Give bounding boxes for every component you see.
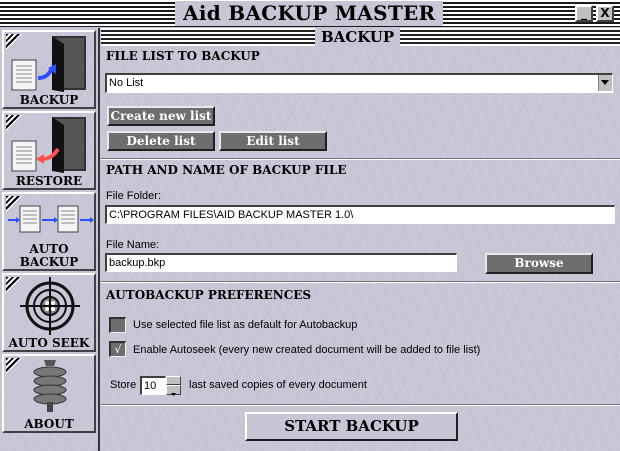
section-title-file-list: FILE LIST TO BACKUP	[106, 49, 260, 63]
store-suffix-label: last saved copies of every document	[189, 379, 367, 391]
title-bar[interactable]: Aid BACKUP MASTER _ X	[0, 0, 620, 27]
sidebar: BACKUP RESTORE AUTO BACKUP AUTO SEEK ABO…	[0, 28, 100, 451]
default-list-label: Use selected file list as default for Au…	[133, 319, 358, 331]
window-title: Aid BACKUP MASTER	[175, 1, 444, 26]
stepper-up-button[interactable]	[166, 376, 181, 388]
backup-icon	[11, 36, 86, 92]
sidebar-item-label: AUTO SEEK	[8, 336, 90, 350]
close-button[interactable]: X	[596, 5, 614, 22]
minimize-icon: _	[581, 6, 587, 20]
chevron-down-icon	[601, 80, 609, 85]
sidebar-item-about[interactable]: ABOUT	[2, 354, 96, 433]
panel-title: BACKUP	[315, 28, 401, 46]
sidebar-item-label: BACKUP	[19, 255, 79, 269]
browse-button[interactable]: Browse	[485, 253, 593, 274]
sidebar-item-label: RESTORE	[15, 174, 83, 188]
chevron-down-icon	[171, 393, 176, 396]
app-window: Aid BACKUP MASTER _ X BACKUP RESTORE AUT…	[0, 0, 620, 451]
section-title-path: PATH AND NAME OF BACKUP FILE	[106, 163, 347, 177]
sidebar-item-restore[interactable]: RESTORE	[2, 111, 96, 190]
autoseek-checkbox[interactable]: √	[109, 341, 126, 357]
default-list-checkbox[interactable]	[109, 317, 126, 333]
sidebar-item-auto-seek[interactable]: AUTO SEEK	[2, 273, 96, 352]
sidebar-item-label: ABOUT	[24, 417, 74, 431]
divider	[101, 158, 620, 160]
file-name-input[interactable]: backup.bkp	[105, 253, 457, 272]
edit-list-button[interactable]: Edit list	[219, 131, 327, 151]
panel-header: BACKUP	[101, 28, 620, 46]
sidebar-item-auto-backup[interactable]: AUTO BACKUP	[2, 192, 96, 271]
delete-list-button[interactable]: Delete list	[107, 131, 215, 151]
corner-decoration	[6, 358, 22, 374]
auto-backup-icon	[8, 205, 94, 233]
dropdown-selected-value: No List	[109, 77, 144, 89]
close-icon: X	[600, 6, 610, 20]
section-title-autobackup: AUTOBACKUP PREFERENCES	[106, 288, 312, 302]
start-backup-button[interactable]: START BACKUP	[245, 412, 458, 441]
store-label: Store	[110, 379, 137, 391]
auto-seek-icon	[20, 277, 80, 335]
file-name-label: File Name:	[106, 239, 160, 251]
divider	[101, 281, 620, 283]
restore-icon	[11, 117, 86, 173]
dropdown-button[interactable]	[598, 75, 612, 91]
divider	[101, 404, 620, 406]
sidebar-item-label: BACKUP	[19, 93, 79, 107]
file-folder-label: File Folder:	[106, 190, 162, 202]
about-icon	[33, 360, 67, 412]
main-panel: BACKUP FILE LIST TO BACKUP No List Creat…	[101, 28, 620, 451]
minimize-button[interactable]: _	[575, 5, 593, 22]
file-folder-input[interactable]: C:\PROGRAM FILES\AID BACKUP MASTER 1.0\	[105, 205, 615, 224]
sidebar-item-backup[interactable]: BACKUP	[2, 30, 96, 109]
store-count-stepper[interactable]	[166, 376, 181, 396]
file-list-dropdown[interactable]: No List	[105, 73, 613, 93]
checkmark-icon: √	[114, 343, 122, 356]
stepper-down-button[interactable]	[166, 385, 181, 396]
autoseek-label: Enable Autoseek (every new created docum…	[133, 344, 481, 356]
store-count-input[interactable]: 10	[140, 376, 166, 395]
create-list-button[interactable]: Create new list	[107, 106, 215, 126]
